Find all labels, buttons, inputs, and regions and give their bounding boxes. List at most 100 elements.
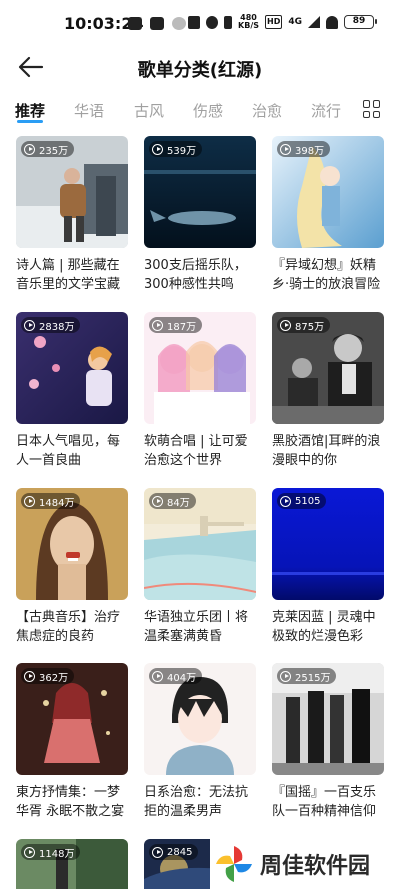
playlist-title: 『国摇』一百支乐队一百种精神信仰 [272,785,377,819]
playlist-card[interactable]: 1148万 [16,839,128,889]
playlist-cover: 84万 [144,488,256,600]
alarm-icon [206,15,219,29]
play-icon [152,846,163,858]
playlist-cover: 1484万 [16,488,128,600]
notification-icons [128,17,186,30]
header: 歌单分类(红源) [0,44,400,90]
playlist-card[interactable]: 539万 300支后摇乐队，300种感性共鸣 [144,136,256,294]
playlist-title: 日系治愈：无法抗拒的温柔男声 [144,785,249,819]
play-count-badge: 2515万 [277,668,337,684]
tab-sad[interactable]: 伤感 [193,100,223,121]
status-bar: 10:03:24 480 KB/S HD 4G 89 [0,0,400,40]
play-count-badge: 235万 [21,141,75,157]
play-icon [24,846,35,858]
playlist-cover: 5105 [272,488,384,600]
playlist-card[interactable]: 187万 软萌合唱 | 让可爱治愈这个世界 [144,312,256,470]
play-icon [280,670,291,682]
playlist-cover: 404万 [144,663,256,775]
play-icon [24,495,35,507]
wechat-icon [128,17,142,30]
playlist-card[interactable]: 84万 华语独立乐团丨将温柔塞满黄昏 [144,488,256,646]
net-speed-unit: KB/S [238,21,259,30]
pinwheel-logo-icon [216,845,252,882]
playlist-card[interactable]: 2838万 日本人气唱见，每人一首良曲 [16,312,128,470]
nfc-icon [188,15,201,29]
playlist-title: 東方抒情集：一梦华胥 永眠不散之宴 [16,785,125,819]
net-speed: 480 KB/S [238,14,259,30]
play-icon [24,670,35,682]
playlist-cover: 2515万 [272,663,384,775]
play-count: 235万 [39,145,69,157]
play-icon [280,143,291,155]
play-icon [152,319,163,331]
status-indicators: 480 KB/S HD 4G 89 [188,14,377,30]
playlist-card[interactable]: 875万 黑胶酒馆|耳畔的浪漫眼中的你 [272,312,384,470]
playlist-title: 克莱因蓝 | 灵魂中极致的烂漫色彩 [272,610,376,644]
playlist-title: 『异域幻想』妖精乡·骑士的放浪冒险谭 [272,258,381,292]
play-count-badge: 539万 [149,141,203,157]
battery-indicator: 89 [344,15,377,29]
play-count-badge: 187万 [149,317,203,333]
play-icon [24,319,35,331]
play-count-badge: 5105 [277,493,327,509]
playlist-card[interactable]: 404万 日系治愈：无法抗拒的温柔男声 [144,663,256,821]
all-categories-grid-icon[interactable] [363,100,381,118]
playlist-card[interactable]: 5105 克莱因蓝 | 灵魂中极致的烂漫色彩 [272,488,384,646]
playlist-cover: 235万 [16,136,128,248]
playlist-card[interactable]: 362万 東方抒情集：一梦华胥 永眠不散之宴 [16,663,128,821]
playlist-cover: 187万 [144,312,256,424]
active-tab-indicator [17,120,43,123]
play-count-badge: 84万 [149,493,196,509]
playlist-cover: 2838万 [16,312,128,424]
playlist-cover: 1148万 [16,839,128,889]
play-count: 539万 [167,145,197,157]
tab-ancient-style[interactable]: 古风 [134,100,164,121]
play-count: 362万 [39,672,69,684]
play-count-badge: 1484万 [21,493,81,509]
play-count-badge: 2838万 [21,317,81,333]
play-count-badge: 875万 [277,317,331,333]
baidu-icon [150,17,164,30]
play-count: 2845 [167,846,193,858]
play-count: 5105 [295,495,321,507]
tab-chinese[interactable]: 华语 [74,100,104,121]
playlist-cover: 539万 [144,136,256,248]
signal-bars-icon [308,16,320,28]
playlist-cover: 875万 [272,312,384,424]
playlist-title: 日本人气唱见，每人一首良曲 [16,434,121,468]
app-notification-icon [172,17,186,30]
page-title: 歌单分类(红源) [137,60,263,81]
watermark: 周佳软件园 [210,838,400,889]
playlist-title: 软萌合唱 | 让可爱治愈这个世界 [144,434,248,468]
play-count: 404万 [167,672,197,684]
play-count-badge: 362万 [21,668,75,684]
playlist-cover: 398万 [272,136,384,248]
play-count: 84万 [167,497,190,509]
play-icon [152,143,163,155]
play-count: 1484万 [39,497,75,509]
play-count-badge: 398万 [277,141,331,157]
play-icon [152,495,163,507]
tab-pop[interactable]: 流行 [311,100,341,121]
playlist-card[interactable]: 2515万 『国摇』一百支乐队一百种精神信仰 [272,663,384,821]
playlist-card[interactable]: 235万 诗人篇 | 那些藏在音乐里的文学宝藏 [16,136,128,294]
tab-recommend[interactable]: 推荐 [15,100,45,121]
play-count: 2515万 [295,672,331,684]
hd-indicator: HD [265,15,283,29]
play-icon [280,495,291,507]
play-count: 1148万 [39,848,75,860]
play-count: 187万 [167,321,197,333]
play-count-badge: 2845 [149,844,199,860]
playlist-card[interactable]: 1484万 【古典音乐】治疗焦虑症的良药 [16,488,128,646]
tab-healing[interactable]: 治愈 [252,100,282,121]
play-count-badge: 404万 [149,668,203,684]
play-count: 2838万 [39,321,75,333]
play-count: 398万 [295,145,325,157]
playlist-cover: 362万 [16,663,128,775]
playlist-card[interactable]: 398万 『异域幻想』妖精乡·骑士的放浪冒险谭 [272,136,384,294]
signal-indicator: 4G [288,17,302,27]
bluetooth-icon [224,15,233,29]
playlist-title: 黑胶酒馆|耳畔的浪漫眼中的你 [272,434,381,468]
watermark-text: 周佳软件园 [260,853,371,879]
playlist-title: 【古典音乐】治疗焦虑症的良药 [16,610,121,644]
